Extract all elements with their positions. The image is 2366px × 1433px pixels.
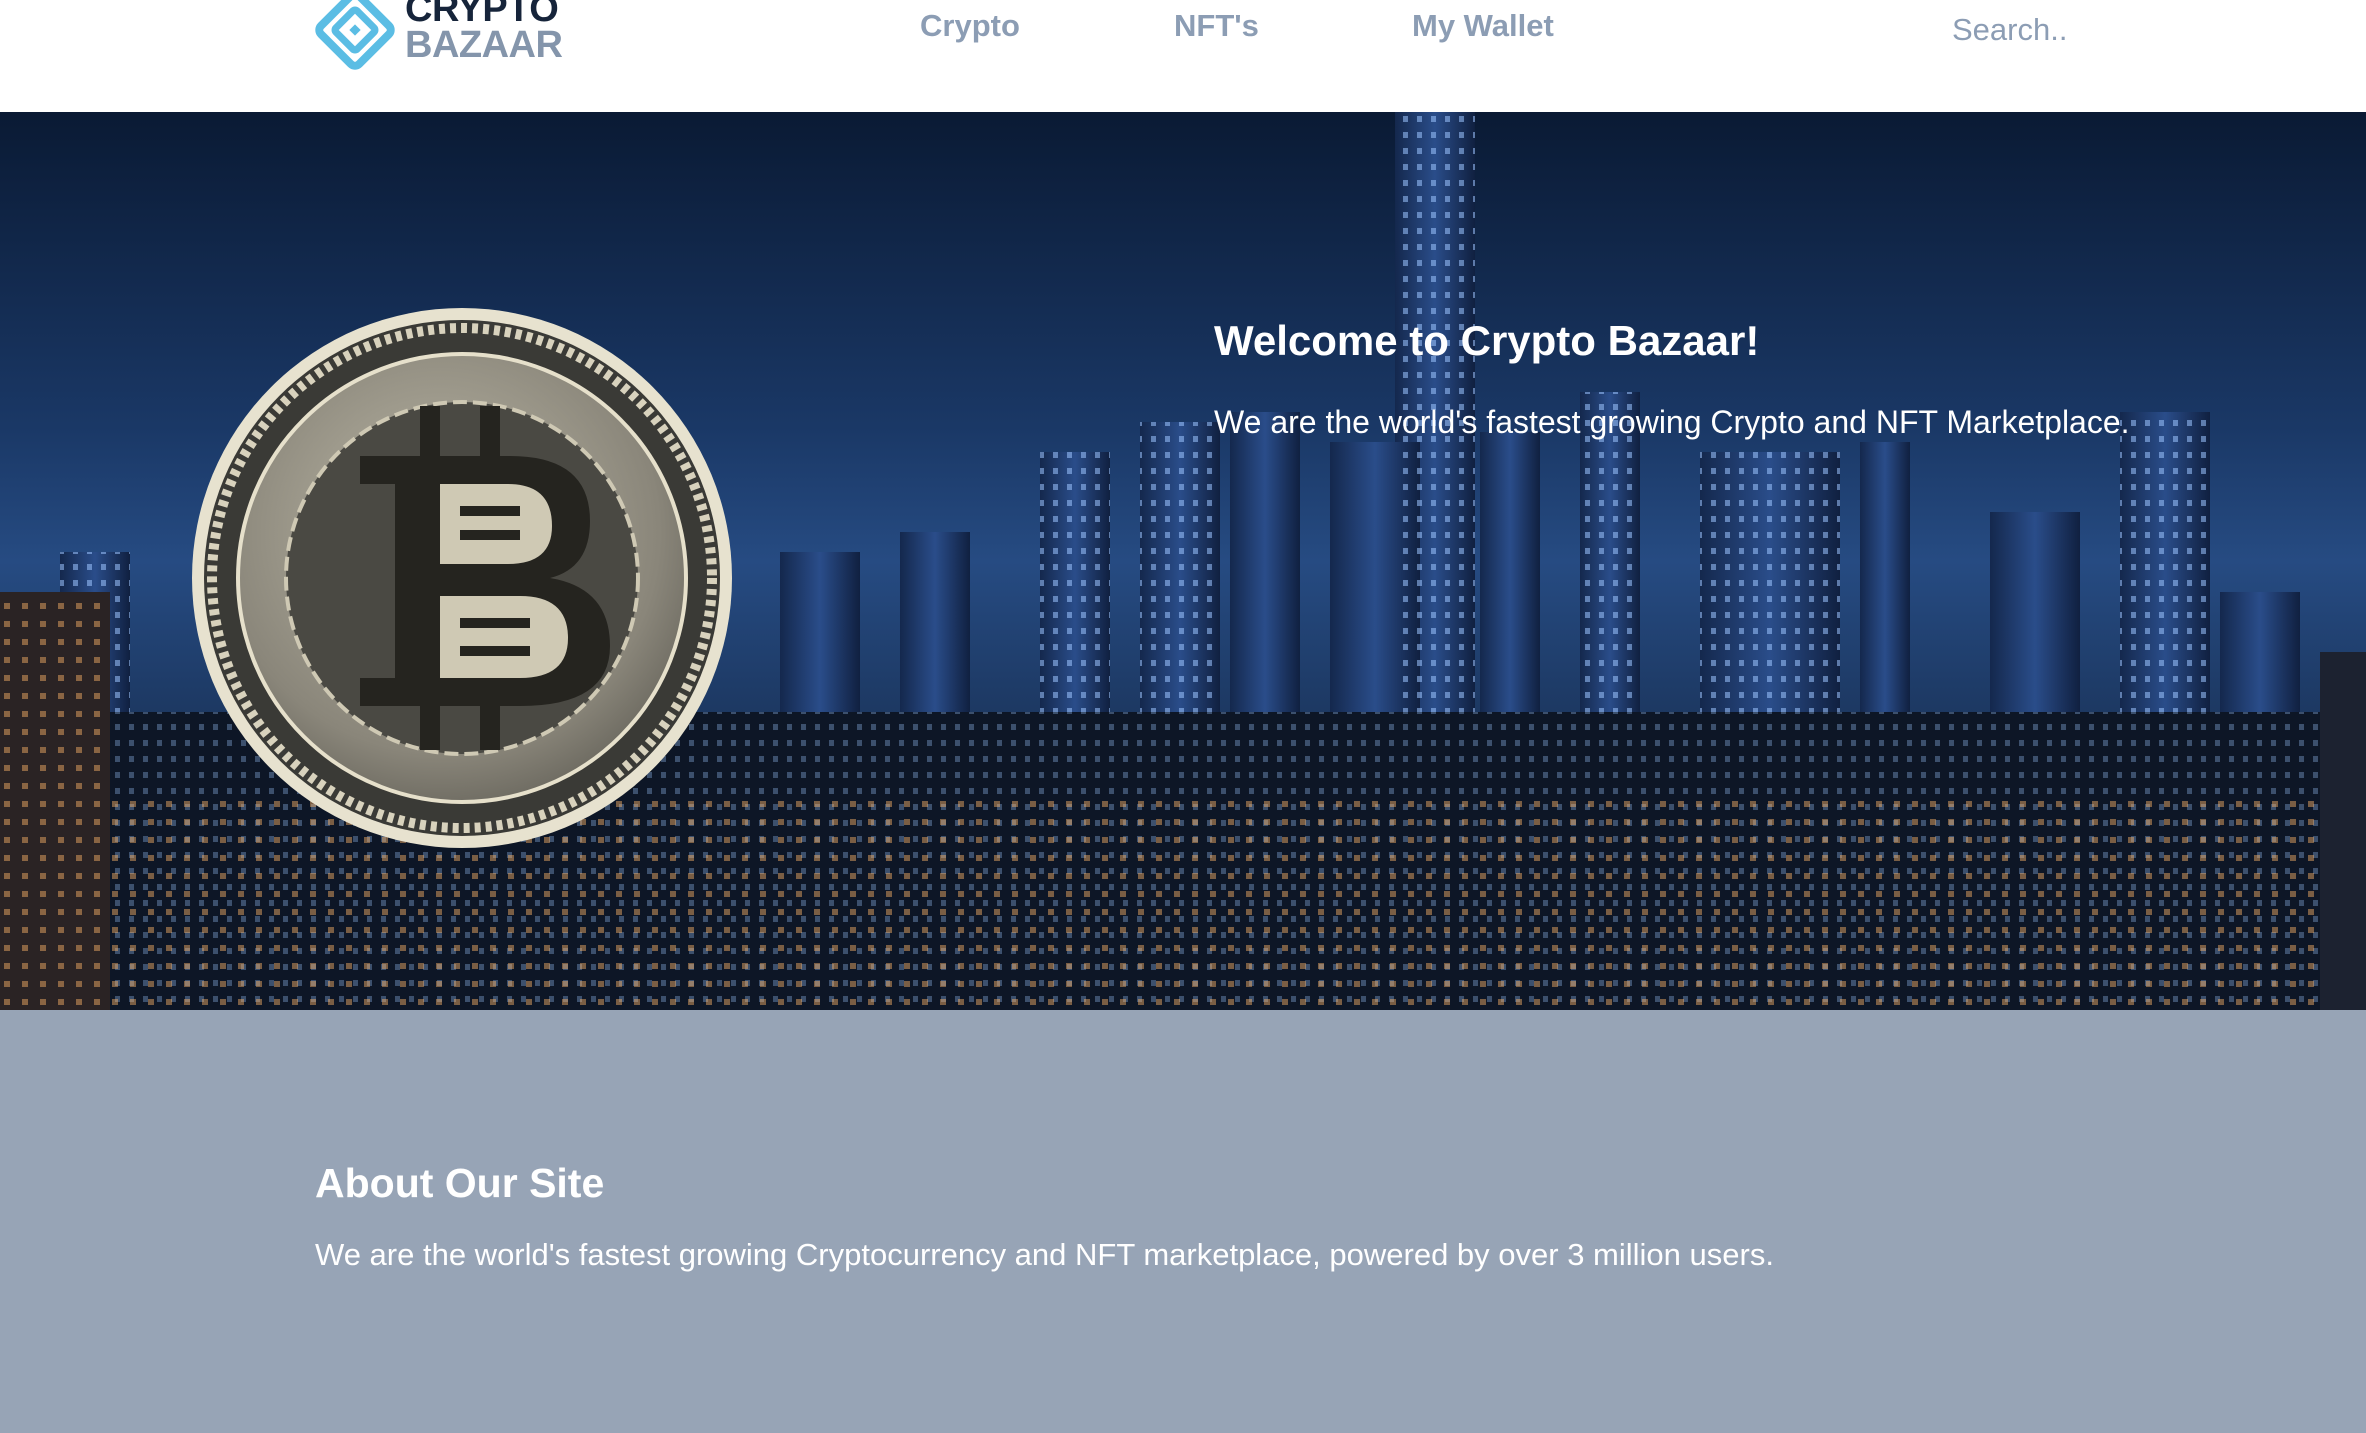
hero-subtitle: We are the world's fastest growing Crypt…: [1214, 404, 2130, 440]
logo-wordmark: CRYPTO BAZAAR: [405, 0, 563, 66]
site-header: CRYPTO BAZAAR Crypto NFT's My Wallet: [0, 0, 2366, 112]
nav-my-wallet[interactable]: My Wallet: [1412, 8, 1554, 44]
logo-line-2: BAZAAR: [405, 24, 563, 66]
about-section: About Our Site We are the world's fastes…: [0, 1010, 2366, 1433]
hero-banner: Welcome to Crypto Bazaar! We are the wor…: [0, 112, 2366, 1010]
hero-title: Welcome to Crypto Bazaar!: [1214, 317, 1760, 364]
nav-nfts[interactable]: NFT's: [1174, 8, 1259, 44]
about-text: We are the world's fastest growing Crypt…: [315, 1237, 1774, 1272]
about-title: About Our Site: [315, 1160, 605, 1206]
nav-crypto[interactable]: Crypto: [920, 8, 1020, 44]
bitcoin-coin-image: [192, 308, 732, 848]
crypto-bazaar-logo-icon: [315, 0, 395, 70]
search-input[interactable]: [1950, 6, 2194, 54]
